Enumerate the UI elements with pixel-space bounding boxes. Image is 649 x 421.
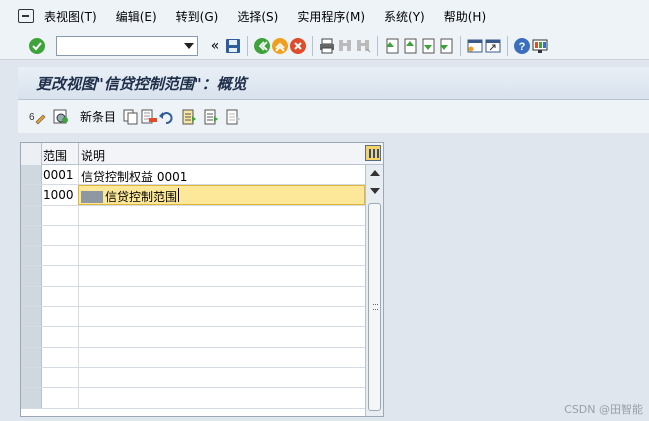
menu-select[interactable]: 选择(S) <box>237 8 278 25</box>
command-input[interactable] <box>57 36 177 55</box>
select-block-icon[interactable] <box>202 108 220 126</box>
table-row[interactable] <box>21 347 365 368</box>
separator <box>460 35 461 56</box>
deselect-all-icon[interactable] <box>224 108 242 126</box>
help-icon[interactable]: ? <box>513 37 531 55</box>
row-selector[interactable] <box>21 205 42 225</box>
new-session-icon[interactable] <box>466 37 484 55</box>
row-selector[interactable] <box>21 286 42 307</box>
menu-table-view[interactable]: 表视图(T) <box>44 8 97 25</box>
select-all-icon[interactable] <box>180 108 198 126</box>
standard-toolbar: « ? <box>0 32 649 60</box>
scroll-up-icon[interactable] <box>370 170 380 176</box>
menu-utilities[interactable]: 实用程序(M) <box>297 8 365 25</box>
separator <box>377 35 378 56</box>
row-selector[interactable] <box>21 266 42 286</box>
display-change-icon[interactable]: 6 <box>28 108 46 126</box>
system-menu-icon[interactable] <box>18 9 34 23</box>
table-row[interactable] <box>21 388 365 409</box>
table-row[interactable] <box>21 225 365 247</box>
copy-icon[interactable] <box>122 108 140 126</box>
table-row[interactable] <box>21 205 365 226</box>
select-all-column[interactable] <box>21 143 42 165</box>
page-title: 更改视图"信贷控制范围"：概览 <box>36 74 247 93</box>
table-row[interactable] <box>21 246 365 267</box>
scrollbar-thumb[interactable] <box>368 203 381 411</box>
watermark: CSDN @田智能 <box>564 403 643 416</box>
scroll-down-icon[interactable] <box>370 188 380 194</box>
entries-table: 范围 说明 0001 信贷控制权益 0001 1000 信贷控制范围 <box>20 142 384 417</box>
row-selector[interactable] <box>21 347 42 367</box>
shortcut-icon[interactable] <box>484 37 502 55</box>
table-row[interactable] <box>21 367 365 389</box>
grip-icon <box>373 304 378 310</box>
collapse-icon[interactable]: « <box>206 37 224 55</box>
svg-text:6: 6 <box>29 112 35 123</box>
menu-help[interactable]: 帮助(H) <box>444 8 486 25</box>
title-bar: 更改视图"信贷控制范围"：概览 <box>18 67 649 100</box>
row-selector[interactable] <box>21 165 42 185</box>
row-selector[interactable] <box>21 388 42 408</box>
first-page-icon[interactable] <box>383 37 401 55</box>
table-body: 0001 信贷控制权益 0001 1000 信贷控制范围 <box>21 165 365 409</box>
row-selector[interactable] <box>21 246 42 266</box>
new-entries-button[interactable]: 新条目 <box>80 108 116 125</box>
row-selector[interactable] <box>21 185 42 205</box>
redacted-block <box>81 191 103 204</box>
last-page-icon[interactable] <box>437 37 455 55</box>
row-selector[interactable] <box>21 225 42 246</box>
cancel-icon[interactable] <box>289 37 307 55</box>
range-cell[interactable]: 0001 <box>43 168 74 182</box>
enter-icon[interactable] <box>28 37 46 55</box>
table-settings-icon[interactable] <box>365 145 381 161</box>
description-cell[interactable]: 信贷控制范围 <box>81 188 177 205</box>
separator <box>312 35 313 56</box>
table-row[interactable]: 1000 信贷控制范围 <box>21 185 365 206</box>
separator <box>507 35 508 56</box>
row-selector[interactable] <box>21 307 42 327</box>
menu-bar: 表视图(T) 编辑(E) 转到(G) 选择(S) 实用程序(M) 系统(Y) 帮… <box>0 0 649 32</box>
vertical-scrollbar[interactable] <box>365 165 383 416</box>
glasses-icon[interactable] <box>52 108 70 126</box>
menu-goto[interactable]: 转到(G) <box>176 8 219 25</box>
row-selector[interactable] <box>21 327 42 347</box>
save-icon[interactable] <box>224 37 242 55</box>
table-row[interactable]: 0001 信贷控制权益 0001 <box>21 165 365 186</box>
table-row[interactable] <box>21 307 365 328</box>
description-cell[interactable]: 信贷控制权益 0001 <box>81 168 187 185</box>
layout-icon[interactable] <box>531 37 549 55</box>
text-cursor <box>178 188 179 203</box>
chevron-down-icon[interactable] <box>184 42 194 49</box>
table-row[interactable] <box>21 266 365 287</box>
prev-page-icon[interactable] <box>401 37 419 55</box>
table-row[interactable] <box>21 327 365 348</box>
print-icon[interactable] <box>318 37 336 55</box>
table-header: 范围 说明 <box>21 143 383 165</box>
exit-icon[interactable] <box>271 37 289 55</box>
menu-system[interactable]: 系统(Y) <box>384 8 425 25</box>
column-header-description[interactable]: 说明 <box>81 147 105 164</box>
application-toolbar: 6 新条目 <box>18 100 649 133</box>
range-cell[interactable]: 1000 <box>43 188 74 202</box>
back-icon[interactable] <box>253 37 271 55</box>
undo-icon[interactable] <box>158 108 176 126</box>
separator <box>247 35 248 56</box>
table-row[interactable] <box>21 286 365 308</box>
find-next-icon[interactable] <box>354 37 372 55</box>
next-page-icon[interactable] <box>419 37 437 55</box>
row-selector[interactable] <box>21 367 42 388</box>
find-icon[interactable] <box>336 37 354 55</box>
command-field[interactable] <box>56 35 198 56</box>
delete-icon[interactable] <box>140 108 158 126</box>
menu-edit[interactable]: 编辑(E) <box>116 8 157 25</box>
svg-text:?: ? <box>519 41 526 53</box>
column-header-range[interactable]: 范围 <box>43 147 67 164</box>
